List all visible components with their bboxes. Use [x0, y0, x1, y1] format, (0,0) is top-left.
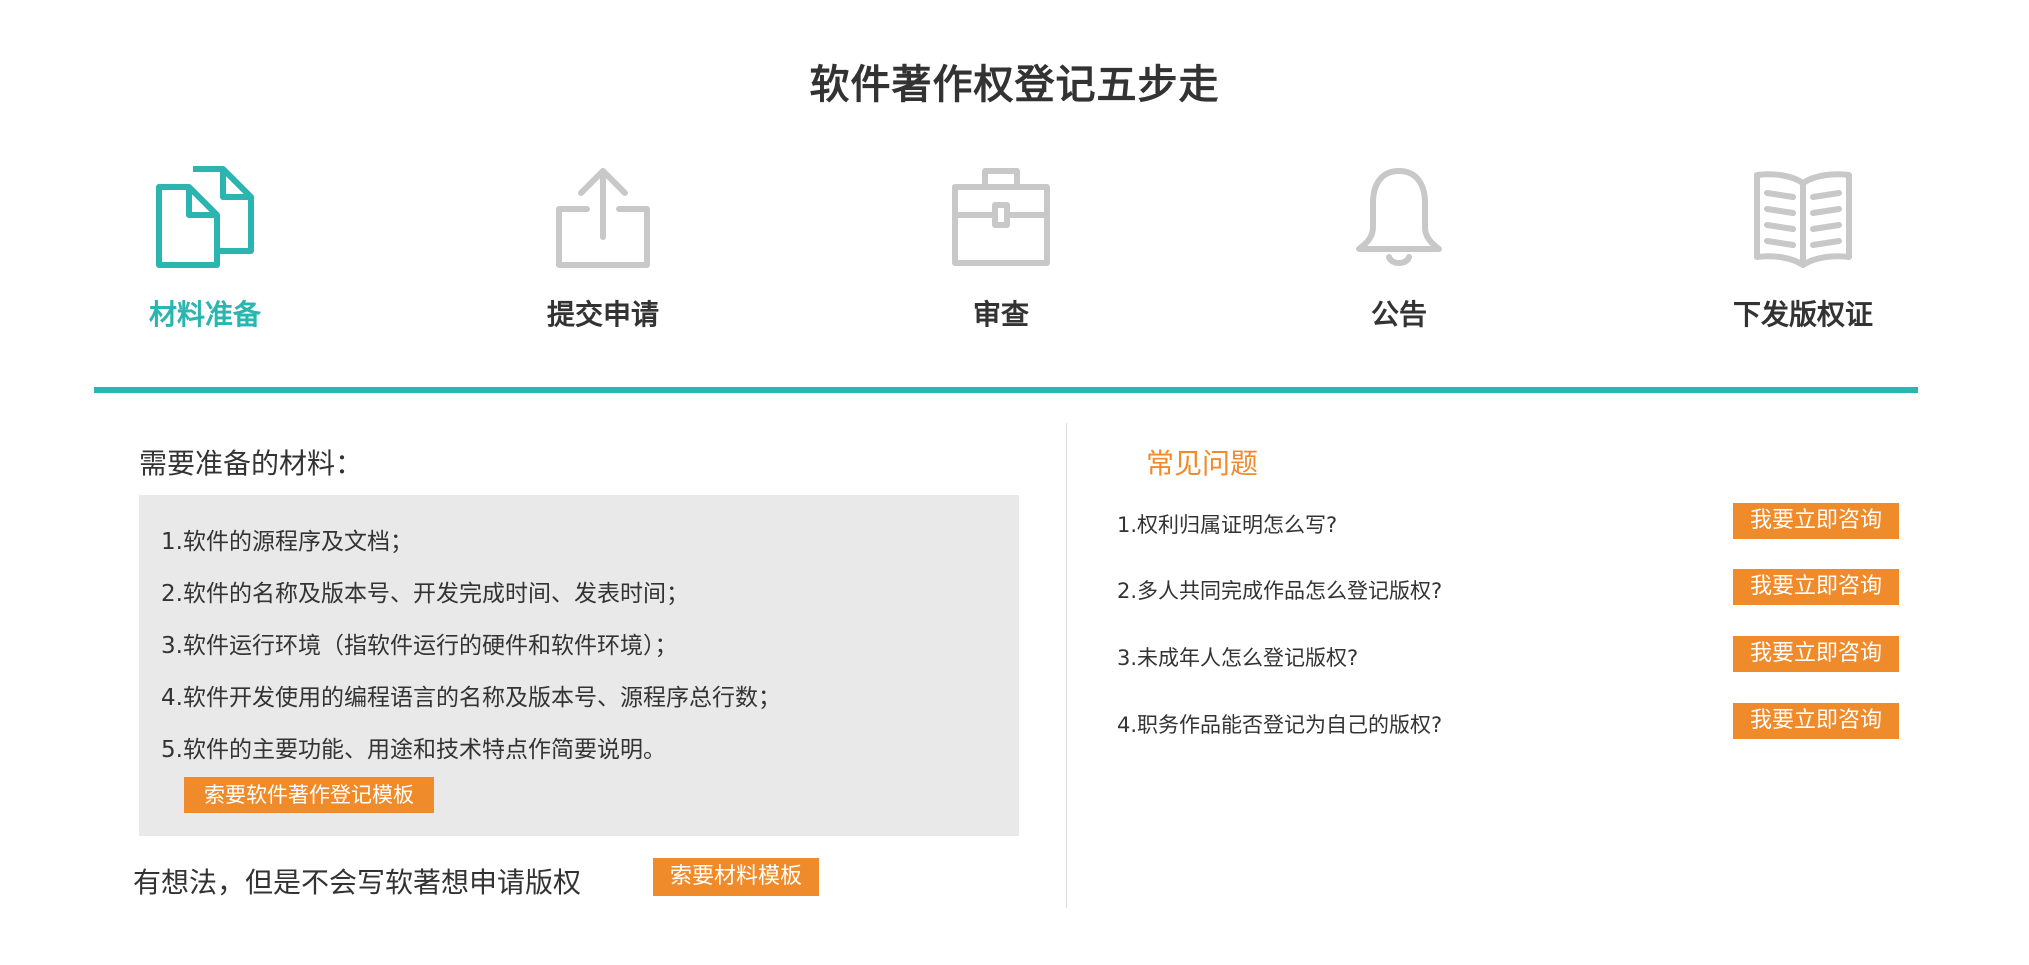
step-submit[interactable]: 提交申请 — [483, 165, 723, 333]
materials-heading: 需要准备的材料： — [139, 447, 364, 480]
step-announcement[interactable]: 公告 — [1279, 165, 1519, 333]
faq-question[interactable]: 3.未成年人怎么登记版权? — [1117, 642, 1358, 672]
step-materials[interactable]: 材料准备 — [85, 165, 325, 333]
progress-divider — [94, 387, 1918, 393]
briefcase-icon — [881, 165, 1121, 269]
consult-button[interactable]: 我要立即咨询 — [1733, 703, 1899, 739]
materials-box: 1.软件的源程序及文档； 2.软件的名称及版本号、开发完成时间、发表时间； 3.… — [139, 495, 1019, 836]
faq-question[interactable]: 1.权利归属证明怎么写? — [1117, 509, 1337, 539]
request-materials-template-button[interactable]: 索要材料模板 — [653, 858, 819, 896]
materials-item: 2.软件的名称及版本号、开发完成时间、发表时间； — [161, 581, 689, 607]
bell-icon — [1279, 165, 1519, 269]
consult-button[interactable]: 我要立即咨询 — [1733, 636, 1899, 672]
step-label: 材料准备 — [148, 298, 261, 331]
book-icon — [1683, 165, 1923, 269]
faq-title: 常见问题 — [1146, 447, 1259, 480]
step-review[interactable]: 审查 — [881, 165, 1121, 333]
step-label: 提交申请 — [546, 298, 659, 331]
materials-item: 5.软件的主要功能、用途和技术特点作简要说明。 — [161, 737, 666, 763]
column-separator — [1066, 423, 1067, 908]
step-label: 公告 — [1370, 298, 1427, 331]
faq-question[interactable]: 2.多人共同完成作品怎么登记版权? — [1117, 575, 1442, 605]
step-certificate[interactable]: 下发版权证 — [1683, 165, 1923, 333]
documents-icon — [85, 165, 325, 269]
step-label: 下发版权证 — [1732, 298, 1873, 331]
consult-button[interactable]: 我要立即咨询 — [1733, 503, 1899, 539]
materials-item: 3.软件运行环境（指软件运行的硬件和软件环境）； — [161, 633, 678, 659]
materials-item: 4.软件开发使用的编程语言的名称及版本号、源程序总行数； — [161, 685, 781, 711]
faq-question[interactable]: 4.职务作品能否登记为自己的版权? — [1117, 709, 1442, 739]
idea-text: 有想法，但是不会写软著想申请版权 — [133, 866, 582, 899]
upload-icon — [483, 165, 723, 269]
step-label: 审查 — [972, 298, 1029, 331]
materials-item: 1.软件的源程序及文档； — [161, 529, 413, 555]
page-title: 软件著作权登记五步走 — [809, 62, 1220, 108]
consult-button[interactable]: 我要立即咨询 — [1733, 569, 1899, 605]
request-template-button[interactable]: 索要软件著作登记模板 — [184, 777, 434, 813]
